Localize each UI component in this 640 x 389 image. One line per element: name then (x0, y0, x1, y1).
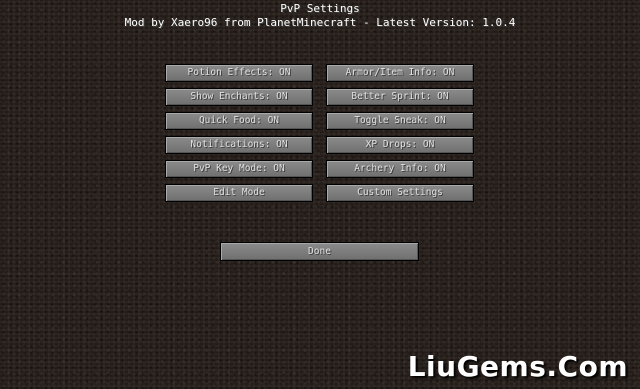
pvp-key-mode-toggle[interactable]: PvP Key Mode: ON (165, 160, 313, 178)
show-enchants-toggle[interactable]: Show Enchants: ON (165, 88, 313, 106)
archery-info-toggle[interactable]: Archery Info: ON (326, 160, 474, 178)
potion-effects-toggle[interactable]: Potion Effects: ON (165, 64, 313, 82)
notifications-toggle[interactable]: Notifications: ON (165, 136, 313, 154)
toggle-sneak-toggle[interactable]: Toggle Sneak: ON (326, 112, 474, 130)
mod-credit-subtitle: Mod by Xaero96 from PlanetMinecraft - La… (124, 16, 516, 29)
quick-food-toggle[interactable]: Quick Food: ON (165, 112, 313, 130)
armor-item-info-toggle[interactable]: Armor/Item Info: ON (326, 64, 474, 82)
xp-drops-toggle[interactable]: XP Drops: ON (326, 136, 474, 154)
edit-mode-button[interactable]: Edit Mode (165, 184, 313, 202)
custom-settings-button[interactable]: Custom Settings (326, 184, 474, 202)
done-button[interactable]: Done (220, 242, 419, 261)
better-sprint-toggle[interactable]: Better Sprint: ON (326, 88, 474, 106)
page-title: PvP Settings (280, 2, 360, 15)
site-watermark: LiuGems.Com (407, 350, 628, 383)
